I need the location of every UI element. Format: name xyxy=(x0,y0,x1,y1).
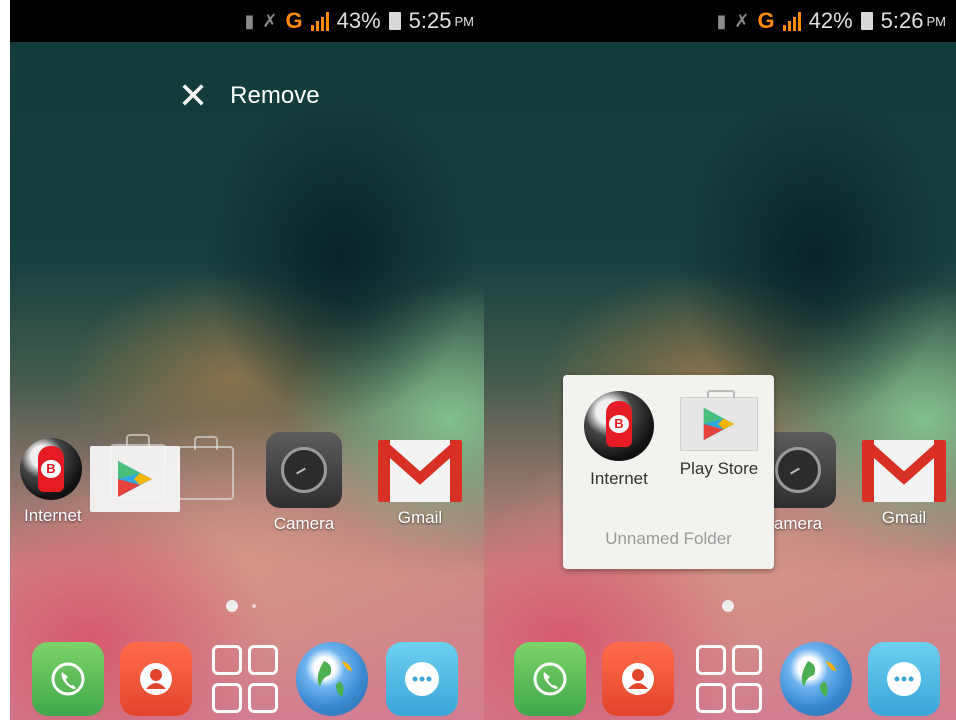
clock: 5:25 xyxy=(408,8,452,33)
home-screen-folder: ▮ ✗ G 42% 5:26 PM amera Gmail B Internet… xyxy=(484,0,956,720)
internet-icon: B xyxy=(20,438,82,500)
mute-icon: ✗ xyxy=(734,10,750,31)
play-store-dragged-icon[interactable] xyxy=(90,446,180,512)
app-internet[interactable]: B Internet xyxy=(20,438,82,526)
remove-label: Remove xyxy=(230,82,320,109)
browser-icon[interactable] xyxy=(780,642,852,716)
play-store-ghost-icon xyxy=(178,436,234,500)
dock xyxy=(484,640,956,720)
close-icon: ✕ xyxy=(178,75,209,116)
page-dot xyxy=(252,604,256,608)
status-bar: ▮ ✗ G 43% 5:25 PM xyxy=(10,0,484,42)
bluetooth-icon: ▮ xyxy=(716,10,727,31)
contacts-icon[interactable] xyxy=(602,642,674,716)
play-store-icon xyxy=(118,461,152,497)
phone-icon[interactable] xyxy=(514,642,586,716)
battery-icon xyxy=(860,12,873,30)
folder-item-play-store[interactable]: Play Store xyxy=(669,390,769,479)
app-gmail[interactable]: Gmail xyxy=(372,436,468,528)
clock-ampm: PM xyxy=(926,13,947,29)
folder-item-label: Play Store xyxy=(679,459,759,478)
app-drawer-icon[interactable] xyxy=(208,642,280,716)
app-label: Internet xyxy=(24,506,82,525)
app-label: Gmail xyxy=(397,508,443,527)
folder-item-label: Internet xyxy=(590,469,648,488)
battery-icon xyxy=(388,12,401,30)
battery-percent: 42% xyxy=(808,8,853,33)
play-store-icon xyxy=(680,390,758,451)
signal-icon xyxy=(782,11,801,31)
page-indicator xyxy=(722,600,734,612)
bluetooth-icon: ▮ xyxy=(244,10,255,31)
home-screen-dragging: ▮ ✗ G 43% 5:25 PM ✕ Remove B Internet Ca… xyxy=(10,0,484,720)
page-dot-active xyxy=(226,600,238,612)
app-drawer-icon[interactable] xyxy=(692,642,764,716)
gmail-icon xyxy=(862,440,946,502)
page-dot-active xyxy=(722,600,734,612)
folder-popup: B Internet Play Store Unnamed Folder xyxy=(563,375,774,569)
folder-name[interactable]: Unnamed Folder xyxy=(563,529,774,549)
battery-percent: 43% xyxy=(336,8,381,33)
phone-icon[interactable] xyxy=(32,642,104,716)
folder-item-internet[interactable]: B Internet xyxy=(569,391,669,489)
clock-ampm: PM xyxy=(454,13,475,29)
gmail-icon xyxy=(378,440,462,502)
messages-icon[interactable] xyxy=(386,642,458,716)
app-label: Camera xyxy=(273,514,335,533)
mute-icon: ✗ xyxy=(262,10,278,31)
clock: 5:26 xyxy=(880,8,924,33)
network-type: G xyxy=(285,8,303,33)
page-indicator xyxy=(226,600,256,612)
app-label: Gmail xyxy=(881,508,927,527)
internet-icon: B xyxy=(584,391,654,461)
app-camera[interactable]: Camera xyxy=(256,432,352,534)
dock xyxy=(10,640,484,720)
app-gmail[interactable]: Gmail xyxy=(856,436,952,528)
messages-icon[interactable] xyxy=(868,642,940,716)
status-bar: ▮ ✗ G 42% 5:26 PM xyxy=(484,0,956,42)
signal-icon xyxy=(310,11,329,31)
remove-drop-target[interactable]: ✕ Remove xyxy=(178,78,320,114)
network-type: G xyxy=(757,8,775,33)
contacts-icon[interactable] xyxy=(120,642,192,716)
camera-icon xyxy=(266,432,342,508)
browser-icon[interactable] xyxy=(296,642,368,716)
